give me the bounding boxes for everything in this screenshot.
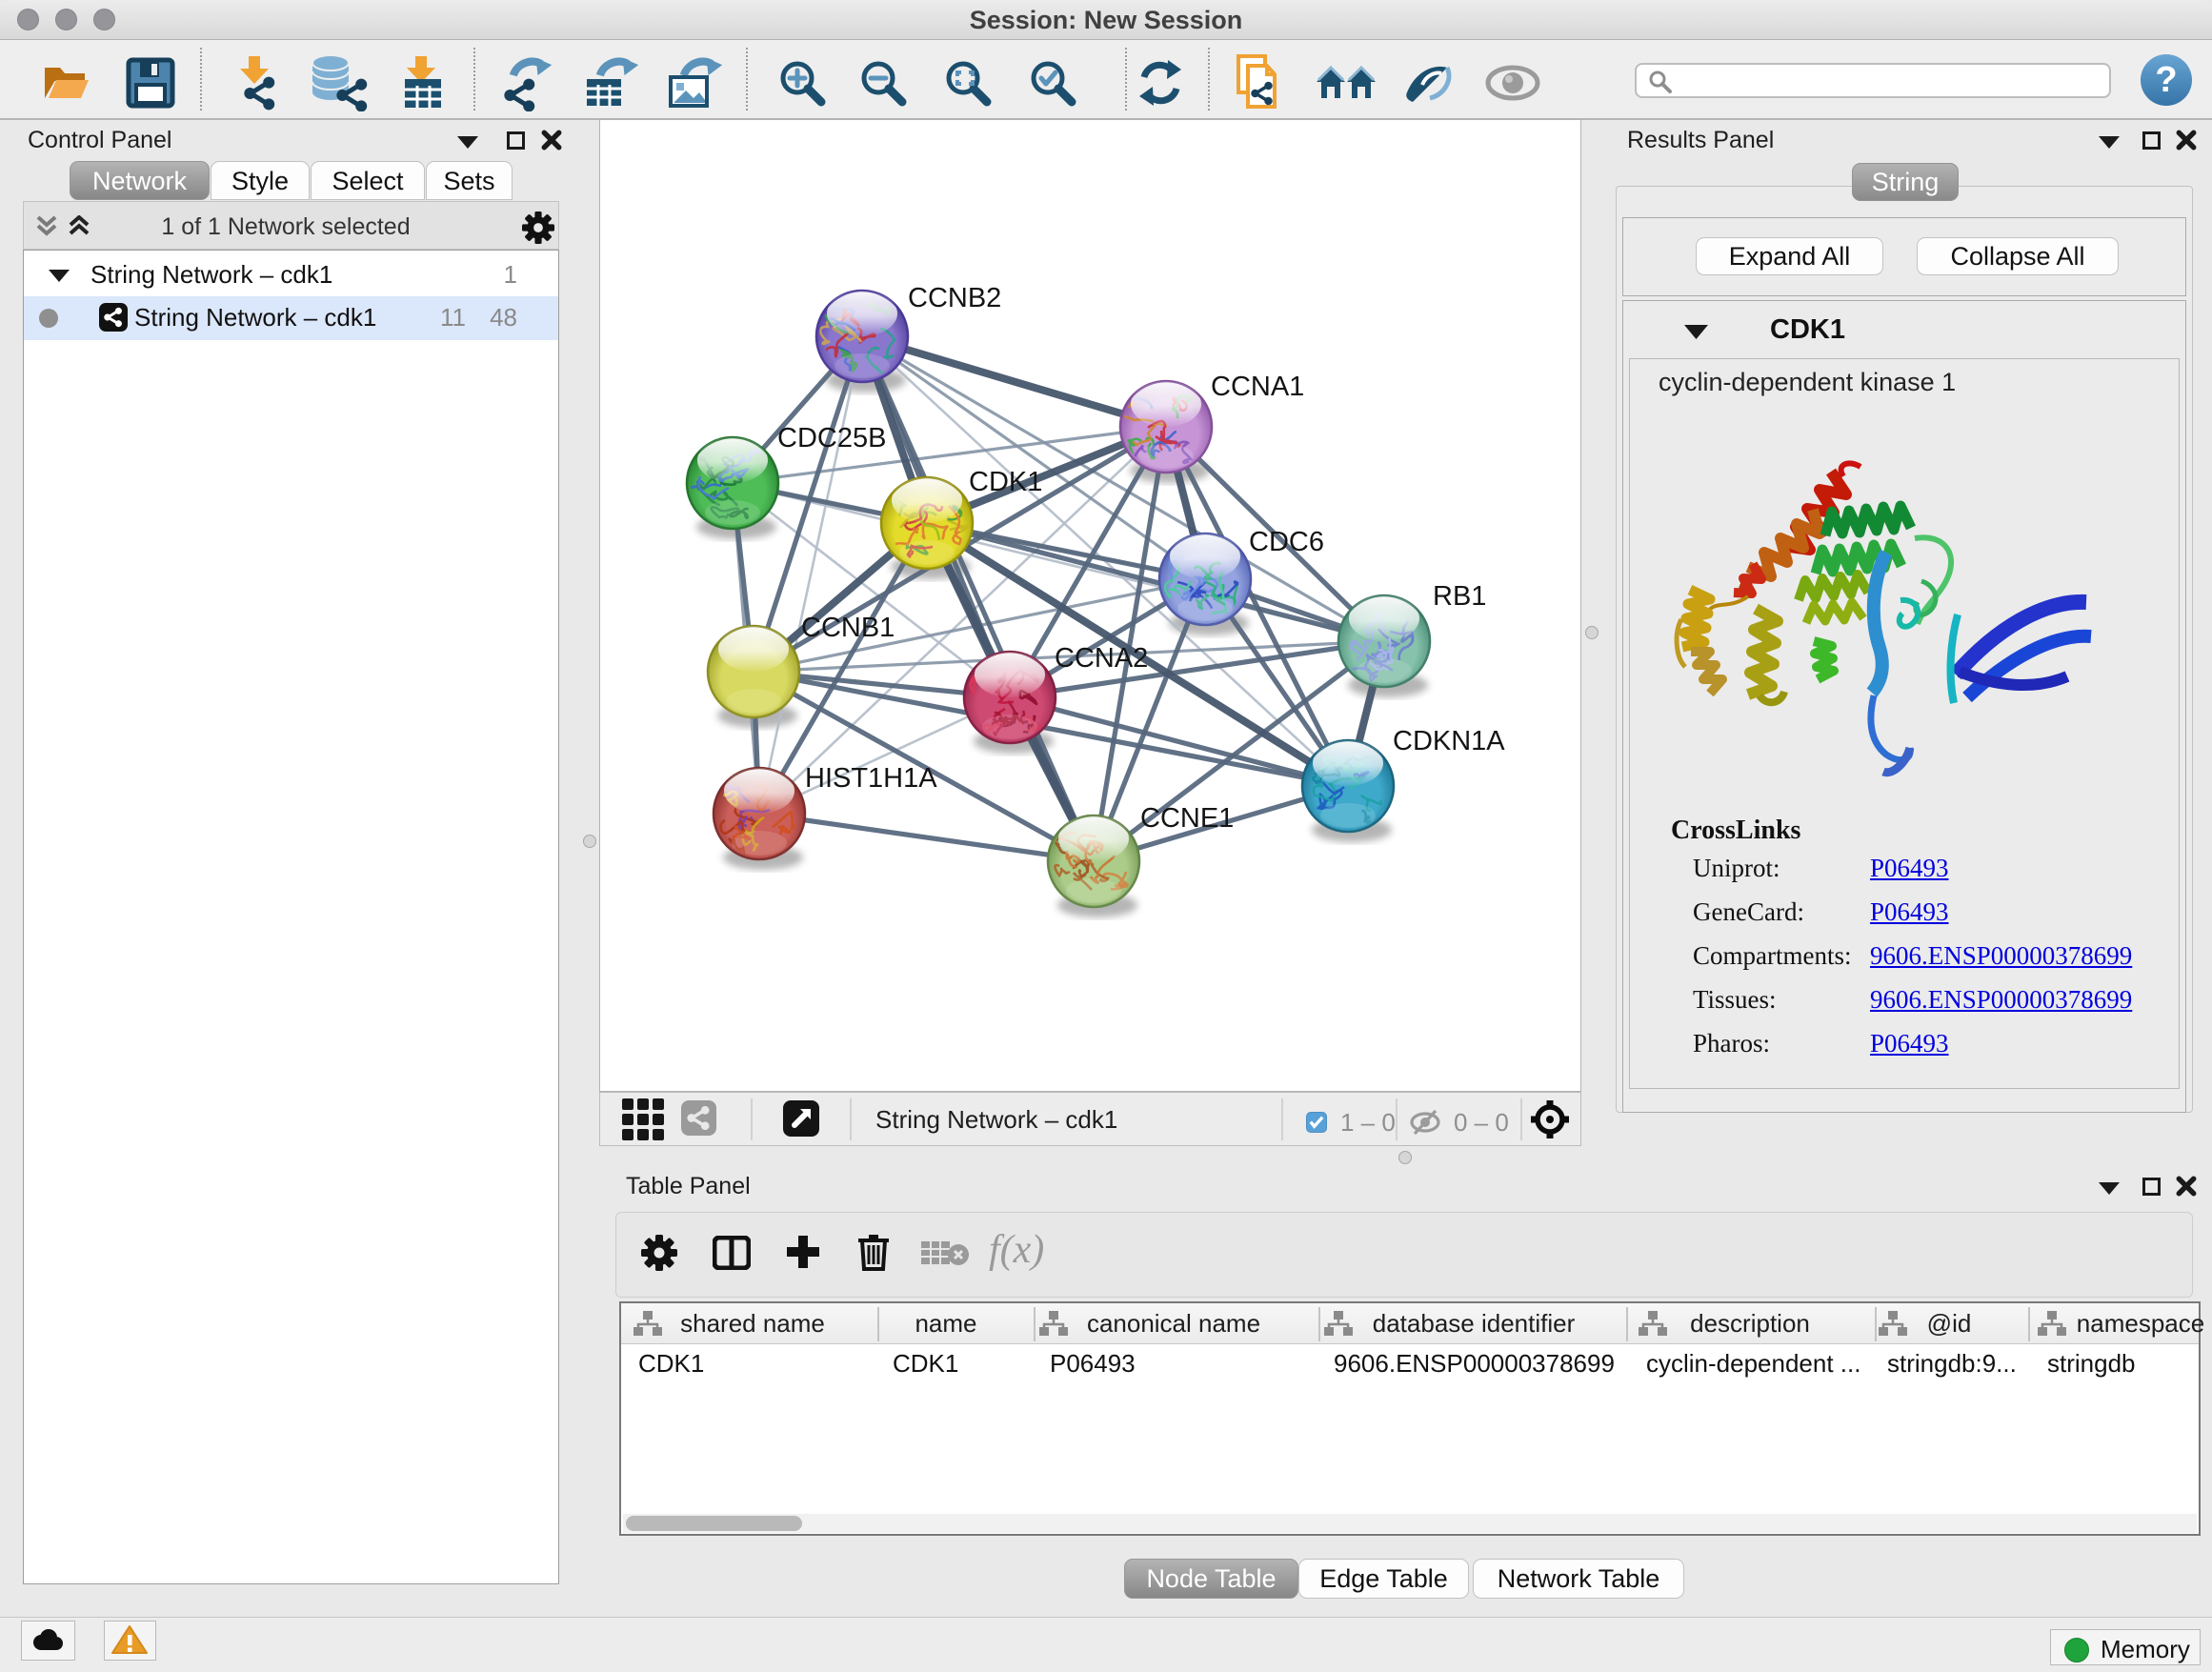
svg-text:CCNB2: CCNB2 (908, 283, 1001, 313)
svg-text:CCNB1: CCNB1 (801, 613, 895, 643)
svg-text:CDK1: CDK1 (969, 467, 1042, 497)
svg-text:RB1: RB1 (1433, 581, 1486, 612)
svg-text:CDC25B: CDC25B (777, 423, 886, 453)
svg-text:CCNA1: CCNA1 (1211, 372, 1304, 402)
svg-text:HIST1H1A: HIST1H1A (805, 763, 937, 794)
svg-text:CDKN1A: CDKN1A (1393, 726, 1505, 756)
svg-text:CCNE1: CCNE1 (1140, 803, 1234, 834)
svg-text:CCNA2: CCNA2 (1055, 643, 1148, 674)
svg-text:CDC6: CDC6 (1249, 527, 1324, 557)
